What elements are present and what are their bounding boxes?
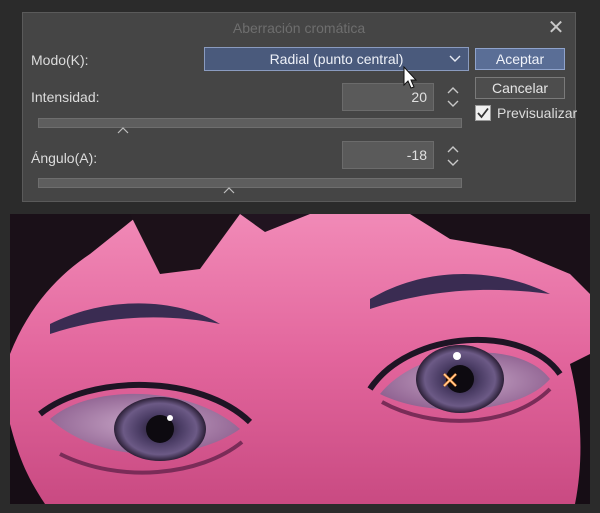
intensity-spinner-icon[interactable] — [446, 85, 460, 109]
angle-slider[interactable] — [38, 178, 462, 188]
mouse-cursor-icon — [403, 66, 417, 89]
angle-input[interactable]: -18 — [342, 141, 434, 169]
chevron-down-icon — [449, 55, 461, 62]
intensity-label: Intensidad: — [31, 89, 100, 105]
angle-slider-thumb[interactable] — [223, 186, 235, 194]
close-icon[interactable]: ✕ — [545, 17, 567, 39]
intensity-slider-thumb[interactable] — [117, 126, 129, 134]
cancel-button[interactable]: Cancelar — [475, 77, 565, 99]
intensity-input[interactable]: 20 — [342, 83, 434, 111]
canvas-artwork[interactable] — [10, 214, 590, 504]
mode-select[interactable]: Radial (punto central) — [204, 47, 469, 71]
accept-button[interactable]: Aceptar — [475, 48, 565, 70]
preview-label: Previsualizar — [497, 105, 578, 121]
checkmark-icon — [477, 107, 489, 119]
intensity-slider[interactable] — [38, 118, 462, 128]
angle-label: Ángulo(A): — [31, 150, 98, 166]
artwork-image — [10, 214, 590, 504]
preview-check-box[interactable] — [475, 105, 491, 121]
angle-spinner-icon[interactable] — [446, 144, 460, 168]
dialog-title: Aberración cromática — [232, 20, 366, 36]
chromatic-aberration-dialog: Aberración cromática ✕ Modo(K): Radial (… — [22, 12, 578, 202]
mode-select-value: Radial (punto central) — [269, 51, 404, 67]
mode-label: Modo(K): — [31, 52, 89, 68]
